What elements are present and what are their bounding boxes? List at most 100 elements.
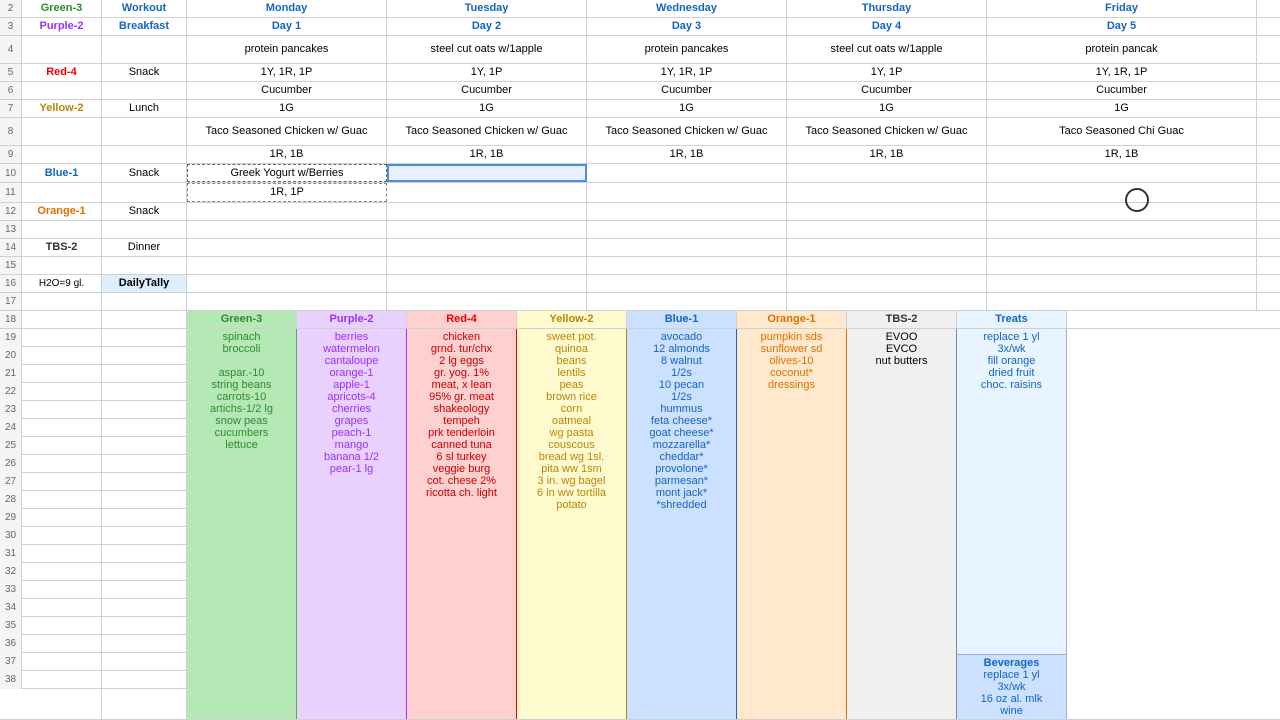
cell-c11[interactable]: 1R, 1P	[187, 183, 387, 201]
cell-d8[interactable]: Taco Seasoned Chicken w/ Guac	[387, 118, 587, 145]
cell-e13[interactable]	[587, 221, 787, 238]
cell-e3[interactable]: Day 3	[587, 18, 787, 35]
cell-e2[interactable]: Wednesday	[587, 0, 787, 17]
cell-g5[interactable]: 1Y, 1R, 1P	[987, 64, 1257, 81]
cell-b4[interactable]	[102, 36, 187, 63]
cell-e6[interactable]: Cucumber	[587, 82, 787, 99]
cell-d3[interactable]: Day 2	[387, 18, 587, 35]
cell-g17[interactable]	[987, 293, 1257, 310]
cell-e8[interactable]: Taco Seasoned Chicken w/ Guac	[587, 118, 787, 145]
cell-g8[interactable]: Taco Seasoned Chi Guac	[987, 118, 1257, 145]
cell-c4[interactable]: protein pancakes	[187, 36, 387, 63]
cell-a10[interactable]: Blue-1	[22, 164, 102, 182]
cell-b12[interactable]: Snack	[102, 203, 187, 220]
cell-g4[interactable]: protein pancak	[987, 36, 1257, 63]
cell-g11[interactable]	[987, 183, 1257, 201]
cell-b8[interactable]	[102, 118, 187, 145]
cell-g7[interactable]: 1G	[987, 100, 1257, 117]
cell-d2[interactable]: Tuesday	[387, 0, 587, 17]
cell-b11[interactable]	[102, 183, 187, 201]
cell-a9[interactable]	[22, 146, 102, 163]
cell-b9[interactable]	[102, 146, 187, 163]
cell-c9[interactable]: 1R, 1B	[187, 146, 387, 163]
cell-d17[interactable]	[387, 293, 587, 310]
cell-a15[interactable]	[22, 257, 102, 274]
cell-a2[interactable]: Green-3	[22, 0, 102, 17]
cell-g15[interactable]	[987, 257, 1257, 274]
cell-d11[interactable]	[387, 183, 587, 201]
cell-a18[interactable]	[22, 311, 102, 328]
cell-b15[interactable]	[102, 257, 187, 274]
cell-f3[interactable]: Day 4	[787, 18, 987, 35]
cell-c10[interactable]: Greek Yogurt w/Berries	[187, 164, 387, 182]
cell-f9[interactable]: 1R, 1B	[787, 146, 987, 163]
cell-g9[interactable]: 1R, 1B	[987, 146, 1257, 163]
cell-d7[interactable]: 1G	[387, 100, 587, 117]
cell-b17[interactable]	[102, 293, 187, 310]
cell-e12[interactable]	[587, 203, 787, 220]
cell-d5[interactable]: 1Y, 1P	[387, 64, 587, 81]
cell-b10[interactable]: Snack	[102, 164, 187, 182]
cell-f8[interactable]: Taco Seasoned Chicken w/ Guac	[787, 118, 987, 145]
cell-f14[interactable]	[787, 239, 987, 256]
cell-a13[interactable]	[22, 221, 102, 238]
cell-a5[interactable]: Red-4	[22, 64, 102, 81]
cell-g16[interactable]	[987, 275, 1257, 292]
cell-c12[interactable]	[187, 203, 387, 220]
cell-e5[interactable]: 1Y, 1R, 1P	[587, 64, 787, 81]
cell-e17[interactable]	[587, 293, 787, 310]
cell-c16[interactable]	[187, 275, 387, 292]
cell-b16[interactable]: DailyTally	[102, 275, 187, 292]
cell-f10[interactable]	[787, 164, 987, 182]
cell-c15[interactable]	[187, 257, 387, 274]
cell-c2[interactable]: Monday	[187, 0, 387, 17]
cell-f5[interactable]: 1Y, 1P	[787, 64, 987, 81]
cell-g14[interactable]	[987, 239, 1257, 256]
cell-d6[interactable]: Cucumber	[387, 82, 587, 99]
cell-a3[interactable]: Purple-2	[22, 18, 102, 35]
cell-c17[interactable]	[187, 293, 387, 310]
cell-a11[interactable]	[22, 183, 102, 201]
cell-e9[interactable]: 1R, 1B	[587, 146, 787, 163]
cell-b2[interactable]: Workout	[102, 0, 187, 17]
cell-b5[interactable]: Snack	[102, 64, 187, 81]
cell-b6[interactable]	[102, 82, 187, 99]
cell-f11[interactable]	[787, 183, 987, 201]
cell-c7[interactable]: 1G	[187, 100, 387, 117]
cell-c8[interactable]: Taco Seasoned Chicken w/ Guac	[187, 118, 387, 145]
cell-f16[interactable]	[787, 275, 987, 292]
cell-b7[interactable]: Lunch	[102, 100, 187, 117]
cell-f13[interactable]	[787, 221, 987, 238]
cell-e10[interactable]	[587, 164, 787, 182]
cell-a8[interactable]	[22, 118, 102, 145]
cell-f2[interactable]: Thursday	[787, 0, 987, 17]
cell-d15[interactable]	[387, 257, 587, 274]
cell-a16[interactable]: H2O=9 gl.	[22, 275, 102, 292]
cell-e14[interactable]	[587, 239, 787, 256]
cell-g12[interactable]	[987, 203, 1257, 220]
cell-d9[interactable]: 1R, 1B	[387, 146, 587, 163]
cell-c13[interactable]	[187, 221, 387, 238]
cell-d14[interactable]	[387, 239, 587, 256]
cell-e15[interactable]	[587, 257, 787, 274]
cell-g10[interactable]	[987, 164, 1257, 182]
cell-c6[interactable]: Cucumber	[187, 82, 387, 99]
cell-b13[interactable]	[102, 221, 187, 238]
cell-a6[interactable]	[22, 82, 102, 99]
cell-e11[interactable]	[587, 183, 787, 201]
cell-g2[interactable]: Friday	[987, 0, 1257, 17]
cell-a12[interactable]: Orange-1	[22, 203, 102, 220]
cell-a17[interactable]	[22, 293, 102, 310]
cell-d16[interactable]	[387, 275, 587, 292]
cell-c5[interactable]: 1Y, 1R, 1P	[187, 64, 387, 81]
cell-f7[interactable]: 1G	[787, 100, 987, 117]
cell-f17[interactable]	[787, 293, 987, 310]
cell-c3[interactable]: Day 1	[187, 18, 387, 35]
cell-e16[interactable]	[587, 275, 787, 292]
cell-f12[interactable]	[787, 203, 987, 220]
cell-c14[interactable]	[187, 239, 387, 256]
cell-g3[interactable]: Day 5	[987, 18, 1257, 35]
cell-g13[interactable]	[987, 221, 1257, 238]
cell-b3[interactable]: Breakfast	[102, 18, 187, 35]
cell-e7[interactable]: 1G	[587, 100, 787, 117]
